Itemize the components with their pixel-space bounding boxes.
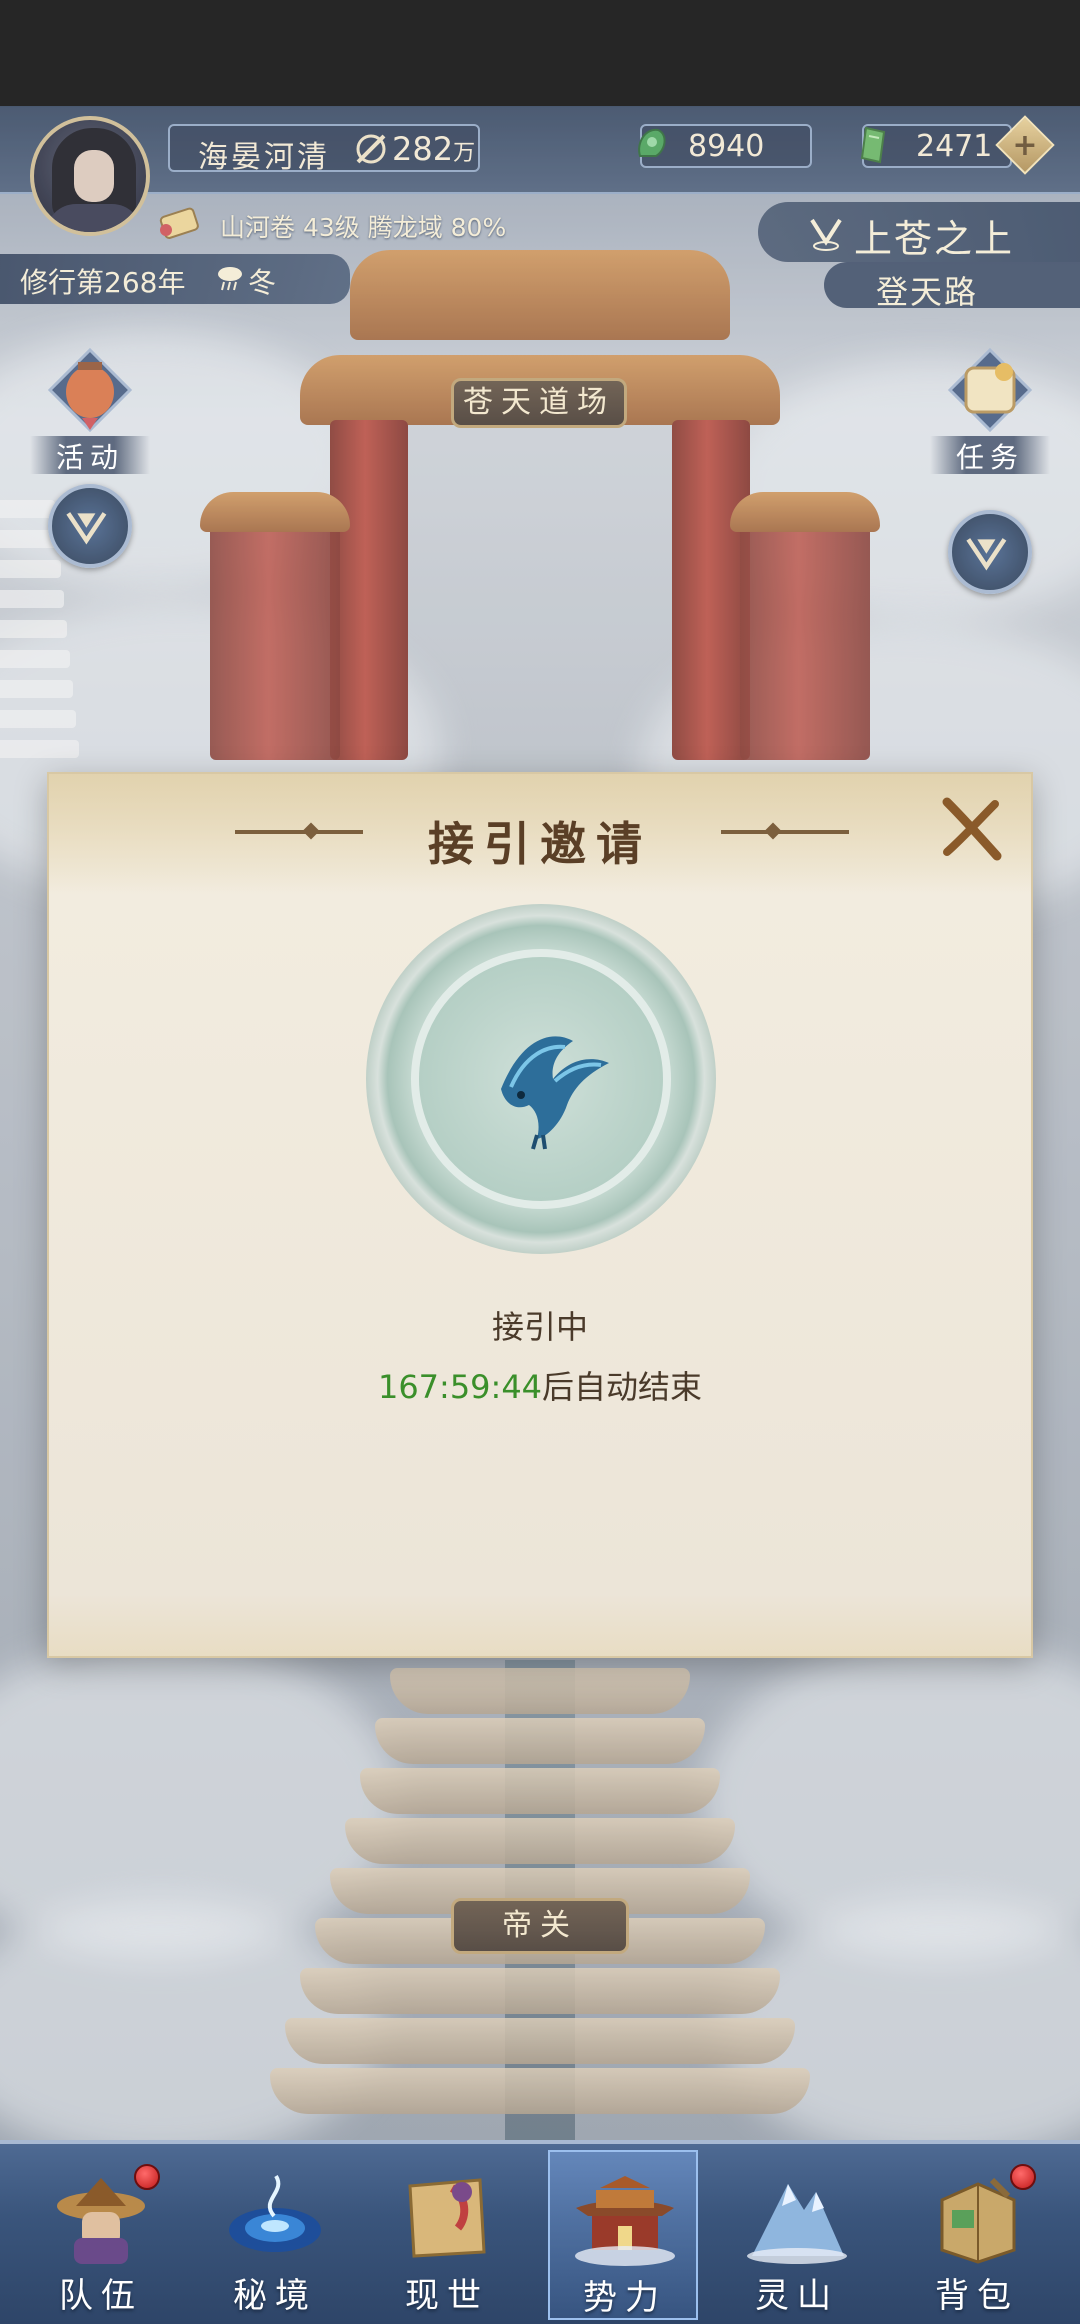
- nav-spirit-mountain[interactable]: 灵山: [722, 2150, 872, 2320]
- nav-backpack-label: 背包: [935, 2276, 1019, 2316]
- palace-icon: [575, 2176, 675, 2266]
- vortex-icon: [229, 2174, 321, 2252]
- nav-team[interactable]: 队伍: [26, 2150, 176, 2320]
- countdown-line: 167:59:44后自动结束: [49, 1362, 1031, 1408]
- world-scroll-icon: [408, 2178, 486, 2258]
- nav-present-world-label: 现世: [405, 2276, 489, 2316]
- notification-badge: [1010, 2164, 1036, 2190]
- invite-status: 接引中: [491, 1308, 588, 1346]
- nav-spirit-mountain-label: 灵山: [755, 2276, 839, 2316]
- nav-faction-label: 势力: [583, 2278, 667, 2318]
- nav-present-world[interactable]: 现世: [372, 2150, 522, 2320]
- mountain-icon: [747, 2184, 847, 2264]
- countdown-suffix: 后自动结束: [542, 1368, 703, 1406]
- nav-team-label: 队伍: [59, 2276, 143, 2316]
- game-screen: 苍天道场 帝关 海晏河清 282万 8940 2471 + 山河卷 43级 腾龙…: [0, 0, 1080, 2324]
- invite-modal: 接引邀请 接引中 167:59:44后自动结束: [47, 772, 1033, 1658]
- countdown-timer: 167:59:44: [377, 1368, 543, 1406]
- close-icon[interactable]: [937, 794, 1005, 862]
- nav-backpack[interactable]: 背包: [902, 2150, 1052, 2320]
- modal-title: 接引邀请: [428, 817, 652, 871]
- nav-secret-realm[interactable]: 秘境: [200, 2150, 350, 2320]
- spirit-bird-icon: [501, 1036, 609, 1150]
- nav-faction[interactable]: 势力: [548, 2150, 698, 2320]
- notification-badge: [134, 2164, 160, 2190]
- nav-secret-realm-label: 秘境: [233, 2276, 317, 2316]
- invite-medallion: [366, 904, 716, 1254]
